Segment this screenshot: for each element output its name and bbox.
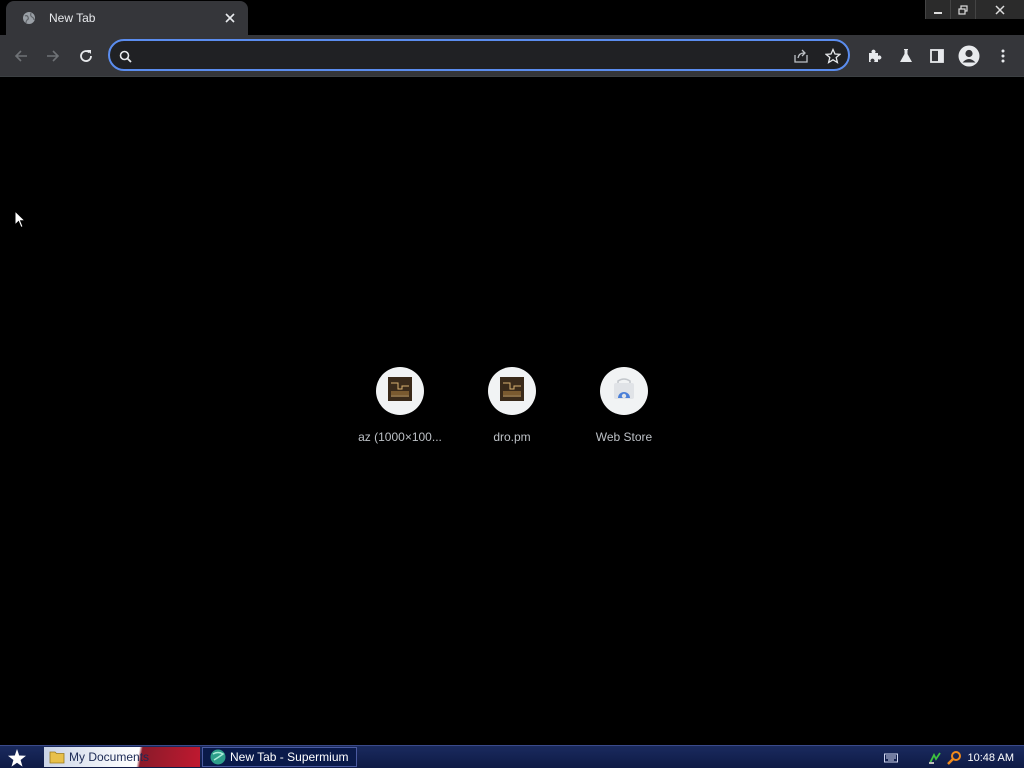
shortcut-label: dro.pm: [493, 430, 531, 444]
share-icon[interactable]: [792, 47, 810, 65]
magnifier-icon[interactable]: [946, 750, 962, 766]
side-panel-icon[interactable]: [924, 43, 950, 69]
minimize-icon[interactable]: [925, 0, 950, 19]
title-bar: New Tab: [0, 0, 1024, 35]
globe-icon: [21, 10, 37, 26]
shortcut-tile[interactable]: az (1000×100...: [344, 367, 456, 444]
address-input[interactable]: [140, 46, 784, 68]
flask-icon[interactable]: [893, 43, 919, 69]
address-bar[interactable]: [108, 39, 850, 71]
toolbar: [0, 35, 1024, 77]
close-icon[interactable]: [222, 10, 238, 26]
arrow-right-icon[interactable]: [40, 43, 66, 69]
search-icon: [116, 47, 134, 65]
shortcut-label: az (1000×100...: [358, 430, 442, 444]
screen: New Tab az (1000×100... dro.pm Web Store…: [0, 0, 1024, 768]
folder-icon: [49, 750, 65, 764]
shortcut-label: Web Store: [595, 430, 653, 444]
puzzle-icon[interactable]: [861, 43, 887, 69]
tab-new-tab[interactable]: New Tab: [6, 1, 248, 35]
taskbar-item-my-documents[interactable]: My Documents: [44, 747, 200, 767]
clock[interactable]: 10:48 AM: [968, 752, 1014, 764]
taskbar-item-new-tab[interactable]: New Tab - Supermium: [202, 747, 357, 767]
arrow-left-icon[interactable]: [8, 43, 34, 69]
avatar-icon[interactable]: [956, 43, 982, 69]
web-store-icon: [612, 377, 636, 405]
reload-icon[interactable]: [73, 43, 99, 69]
browser-icon: [210, 749, 226, 765]
window-close-icon[interactable]: [975, 0, 1024, 19]
taskbar-item-label: New Tab - Supermium: [230, 750, 349, 764]
shortcut-icon-circle: [488, 367, 536, 415]
window-controls: [925, 0, 1024, 19]
thumbnail-icon: [388, 377, 412, 405]
new-tab-page: az (1000×100... dro.pm Web Store: [0, 77, 1024, 745]
thumbnail-icon: [500, 377, 524, 405]
shortcut-tile[interactable]: dro.pm: [456, 367, 568, 444]
system-tray: 10:48 AM: [883, 747, 1024, 768]
shortcut-tiles: az (1000×100... dro.pm Web Store: [344, 367, 680, 444]
taskbar: My Documents New Tab - Supermium 10:48 A…: [0, 745, 1024, 768]
kebab-menu-icon[interactable]: [990, 43, 1016, 69]
star-icon[interactable]: [4, 747, 30, 768]
tab-title: New Tab: [49, 11, 96, 25]
network-icon[interactable]: [928, 751, 942, 765]
taskbar-item-label: My Documents: [69, 750, 150, 764]
shortcut-icon-circle: [600, 367, 648, 415]
shortcut-icon-circle: [376, 367, 424, 415]
shortcut-tile[interactable]: Web Store: [568, 367, 680, 444]
star-icon[interactable]: [824, 47, 842, 65]
keyboard-icon[interactable]: [883, 753, 898, 763]
mouse-pointer-icon: [14, 209, 27, 233]
restore-icon[interactable]: [950, 0, 975, 19]
